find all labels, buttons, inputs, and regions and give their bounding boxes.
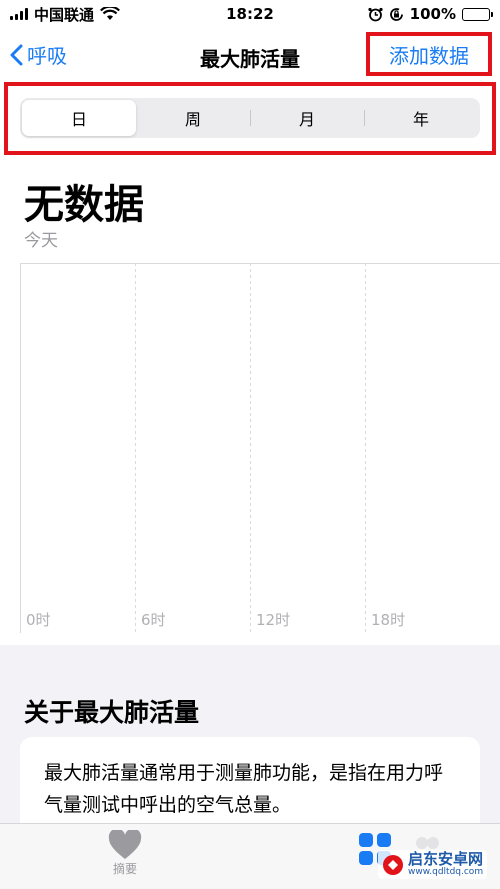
tab-summary-label: 摘要 [112,862,137,876]
segment-year[interactable]: 年 [364,100,478,136]
chart-grid [20,263,500,633]
watermark-url: www.qdltdq.com [408,866,484,877]
heart-icon [108,830,142,859]
battery-icon [462,7,493,21]
add-data-button[interactable]: 添加数据 [366,32,492,76]
status-left: 中国联通 [10,4,120,25]
x-tick-label: 6时 [141,611,166,629]
summary-value: 无数据 [24,182,144,228]
tab-summary[interactable]: 摘要 [100,830,150,877]
wifi-icon [100,7,120,20]
watermark-name: 启东安卓网 [408,850,484,868]
watermark-logo-icon [383,854,403,875]
about-section: 关于最大肺活量 最大肺活量通常用于测量肺功能，是指在用力呼气量测试中呼出的空气总… [0,645,500,857]
about-text: 最大肺活量通常用于测量肺功能，是指在用力呼气量测试中呼出的空气总量。 [44,762,444,816]
chart-area[interactable]: 0时 6时 12时 18时 [20,263,500,633]
chevron-left-icon [10,44,23,65]
watermark: 启东安卓网 www.qdltdq.com [378,850,488,880]
alarm-icon [368,7,383,21]
x-tick-label: 12时 [256,611,291,629]
segment-month[interactable]: 月 [250,100,364,136]
rotation-lock-icon [389,7,403,21]
segment-day[interactable]: 日 [22,100,136,136]
status-right: 100% [368,5,493,23]
back-button[interactable]: 呼吸 [10,40,67,69]
signal-icon [10,8,28,20]
segment-week[interactable]: 周 [136,100,250,136]
back-label: 呼吸 [27,44,67,68]
period-segmented-control: 日 周 月 年 [20,98,480,138]
navigation-bar: 呼吸 最大肺活量 添加数据 [0,28,500,84]
x-tick-label: 18时 [371,611,406,629]
summary-period: 今天 [24,231,58,251]
carrier-label: 中国联通 [34,5,95,24]
about-title: 关于最大肺活量 [24,698,200,727]
battery-percent: 100% [409,5,456,23]
x-tick-label: 0时 [26,611,51,629]
status-bar: 中国联通 18:22 100% [0,0,500,28]
